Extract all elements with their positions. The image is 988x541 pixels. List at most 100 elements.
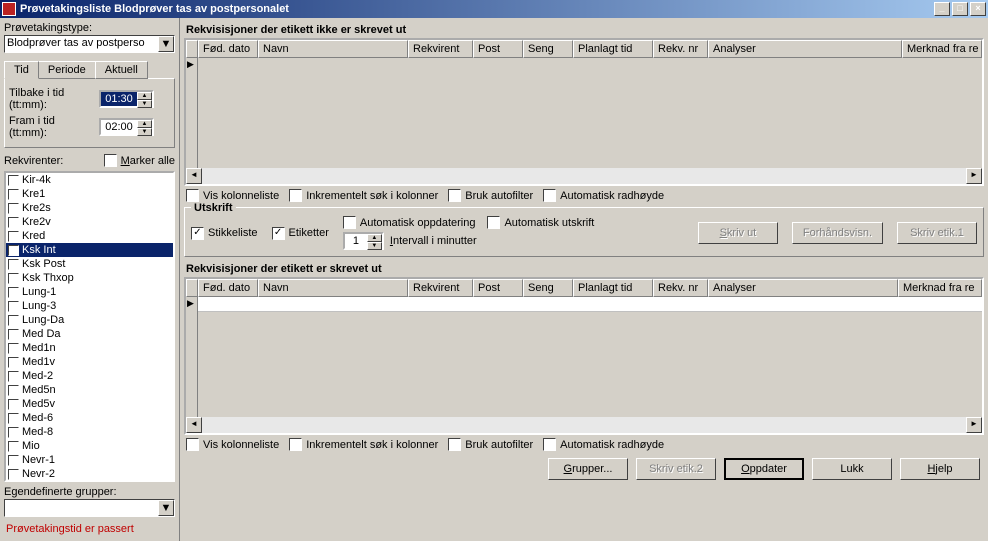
tilbake-spinner[interactable]: ▲▼ [99, 90, 154, 108]
col-merknad[interactable]: Merknad fra re [902, 40, 982, 58]
checkbox-icon [8, 203, 19, 214]
spin-up-icon[interactable]: ▲ [367, 234, 382, 242]
tab-aktuell[interactable]: Aktuell [95, 61, 148, 79]
col-post[interactable]: Post [473, 279, 523, 297]
minimize-button[interactable]: _ [934, 2, 950, 16]
marker-alle-checkbox[interactable]: Marker alle [104, 154, 175, 167]
col-seng[interactable]: Seng [523, 279, 573, 297]
list-item[interactable]: Med5v [6, 397, 173, 411]
close-button[interactable]: × [970, 2, 986, 16]
grupper-button[interactable]: Grupper... [548, 458, 628, 480]
list-item[interactable]: Lung-3 [6, 299, 173, 313]
skriv-etik1-button[interactable]: Skriv etik.1 [897, 222, 977, 244]
auto-utskrift-checkbox[interactable]: Automatisk utskrift [487, 216, 594, 229]
list-item[interactable]: Nevr-2 [6, 467, 173, 481]
h-scrollbar[interactable]: ◄ ► [186, 168, 982, 184]
top-grid[interactable]: Fød. dato Navn Rekvirent Post Seng Planl… [184, 38, 984, 186]
list-item[interactable]: Med5n [6, 383, 173, 397]
h-scrollbar[interactable]: ◄ ► [186, 417, 982, 433]
list-item[interactable]: Ksk Int [6, 243, 173, 257]
col-analyser[interactable]: Analyser [708, 279, 898, 297]
col-planlagt[interactable]: Planlagt tid [573, 279, 653, 297]
list-item[interactable]: Ksk Thxop [6, 271, 173, 285]
rekvirenter-list[interactable]: Kir-4kKre1Kre2sKre2vKredKsk IntKsk PostK… [4, 171, 175, 482]
list-item[interactable]: Kred [6, 229, 173, 243]
forhandsvisn-button[interactable]: Forhåndsvisn. [792, 222, 883, 244]
oppdater-button[interactable]: Oppdater [724, 458, 804, 480]
autorad-checkbox[interactable]: Automatisk radhøyde [543, 189, 664, 202]
col-navn[interactable]: Navn [258, 279, 408, 297]
fram-input[interactable] [101, 120, 137, 134]
col-rekvirent[interactable]: Rekvirent [408, 279, 473, 297]
list-item[interactable]: Ksk Post [6, 257, 173, 271]
col-rekvnr[interactable]: Rekv. nr [653, 40, 708, 58]
inkrementelt-checkbox-2[interactable]: Inkrementelt søk i kolonner [289, 438, 438, 451]
list-item[interactable]: Kre2v [6, 215, 173, 229]
scroll-left-icon[interactable]: ◄ [186, 417, 202, 433]
scroll-right-icon[interactable]: ► [966, 417, 982, 433]
spin-down-icon[interactable]: ▼ [137, 100, 152, 108]
chevron-down-icon[interactable]: ▼ [158, 500, 174, 516]
skriv-etik2-button[interactable]: Skriv etik.2 [636, 458, 716, 480]
list-item[interactable]: Kre2s [6, 201, 173, 215]
list-item[interactable]: Med-8 [6, 425, 173, 439]
list-item-label: Med Da [22, 328, 61, 340]
intervall-spinner[interactable]: ▲▼ [343, 232, 384, 250]
list-item[interactable]: Med Da [6, 327, 173, 341]
autofilter-checkbox[interactable]: Bruk autofilter [448, 189, 533, 202]
chevron-down-icon[interactable]: ▼ [158, 36, 174, 52]
fram-spinner[interactable]: ▲▼ [99, 118, 154, 136]
checkbox-icon [8, 385, 19, 396]
list-item[interactable]: Nevr-3 [6, 481, 173, 482]
vis-kolonneliste-checkbox[interactable]: Vis kolonneliste [186, 189, 279, 202]
lukk-button[interactable]: Lukk [812, 458, 892, 480]
egendef-combo[interactable]: ▼ [4, 499, 175, 517]
tilbake-input[interactable] [101, 92, 137, 106]
spin-down-icon[interactable]: ▼ [137, 128, 152, 136]
spin-down-icon[interactable]: ▼ [367, 242, 382, 250]
tab-periode[interactable]: Periode [38, 61, 96, 79]
vis-kolonneliste-checkbox-2[interactable]: Vis kolonneliste [186, 438, 279, 451]
col-merknad[interactable]: Merknad fra re [898, 279, 982, 297]
intervall-input[interactable] [345, 234, 367, 248]
hjelp-button[interactable]: Hjelp [900, 458, 980, 480]
stikkeliste-checkbox[interactable]: ✓Stikkeliste [191, 227, 258, 240]
col-navn[interactable]: Navn [258, 40, 408, 58]
tab-tid[interactable]: Tid [4, 61, 39, 79]
col-post[interactable]: Post [473, 40, 523, 58]
list-item[interactable]: Kre1 [6, 187, 173, 201]
auto-oppdatering-checkbox[interactable]: Automatisk oppdatering [343, 216, 476, 229]
list-item[interactable]: Med1v [6, 355, 173, 369]
checkbox-icon [8, 343, 19, 354]
spin-up-icon[interactable]: ▲ [137, 92, 152, 100]
type-combo[interactable]: Blodprøver tas av postperso ▼ [4, 35, 175, 53]
scroll-left-icon[interactable]: ◄ [186, 168, 202, 184]
etiketter-checkbox[interactable]: ✓Etiketter [272, 227, 329, 240]
scroll-right-icon[interactable]: ► [966, 168, 982, 184]
autofilter-checkbox-2[interactable]: Bruk autofilter [448, 438, 533, 451]
list-item[interactable]: Lung-1 [6, 285, 173, 299]
bottom-grid[interactable]: Fød. dato Navn Rekvirent Post Seng Planl… [184, 277, 984, 435]
col-seng[interactable]: Seng [523, 40, 573, 58]
col-analyser[interactable]: Analyser [708, 40, 902, 58]
col-rekvnr[interactable]: Rekv. nr [653, 279, 708, 297]
list-item[interactable]: Med-6 [6, 411, 173, 425]
list-item[interactable]: Nevr-1 [6, 453, 173, 467]
list-item[interactable]: Lung-Da [6, 313, 173, 327]
col-fod[interactable]: Fød. dato [198, 40, 258, 58]
checkbox-icon [8, 287, 19, 298]
checkbox-icon [8, 441, 19, 452]
skriv-ut-button[interactable]: Skriv ut [698, 222, 778, 244]
inkrementelt-checkbox[interactable]: Inkrementelt søk i kolonner [289, 189, 438, 202]
col-planlagt[interactable]: Planlagt tid [573, 40, 653, 58]
checkbox-icon [8, 455, 19, 466]
list-item[interactable]: Kir-4k [6, 173, 173, 187]
col-fod[interactable]: Fød. dato [198, 279, 258, 297]
list-item[interactable]: Mio [6, 439, 173, 453]
list-item[interactable]: Med1n [6, 341, 173, 355]
spin-up-icon[interactable]: ▲ [137, 120, 152, 128]
list-item[interactable]: Med-2 [6, 369, 173, 383]
maximize-button[interactable]: □ [952, 2, 968, 16]
autorad-checkbox-2[interactable]: Automatisk radhøyde [543, 438, 664, 451]
col-rekvirent[interactable]: Rekvirent [408, 40, 473, 58]
